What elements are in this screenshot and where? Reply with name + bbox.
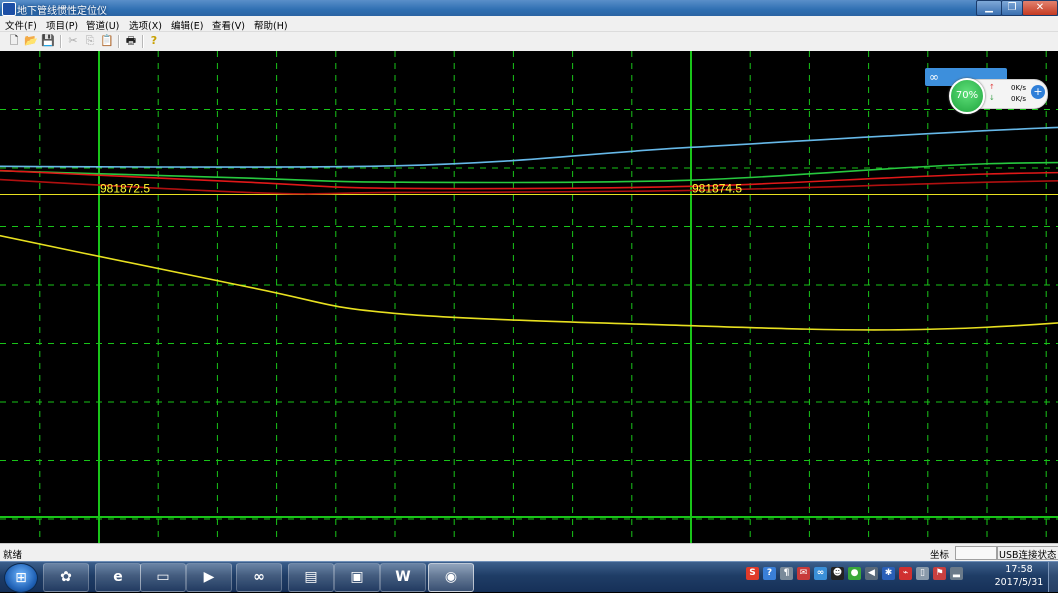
antivirus-icon[interactable]: S — [746, 567, 759, 580]
download-speed: 0K/s — [1011, 95, 1027, 103]
clipboard-icon[interactable]: ▯ — [916, 567, 929, 580]
print-icon[interactable]: 🖶 — [124, 34, 138, 48]
upload-arrow-icon: ↑ — [989, 83, 995, 91]
clock[interactable]: 17:58 2017/5/31 — [988, 563, 1050, 589]
help-icon[interactable]: ? — [147, 34, 161, 48]
bluetooth-icon[interactable]: ✱ — [882, 567, 895, 580]
taskbar-locator-app[interactable]: ◉ — [428, 563, 474, 592]
cut-icon[interactable]: ✂ — [66, 34, 80, 48]
status-coord-value — [955, 546, 997, 560]
pipeline-plot[interactable]: 981872.5981874.5981876.5981878.5 — [0, 51, 1058, 543]
taskbar-ie-browser[interactable]: e — [95, 563, 141, 592]
x-tick-label: 981874.5 — [692, 182, 742, 196]
save-icon[interactable]: 💾 — [41, 34, 55, 48]
status-ready: 就绪 — [3, 550, 23, 561]
taskbar-scanner-app[interactable]: ▣ — [334, 563, 380, 592]
cloud-icon[interactable]: ∞ — [814, 567, 827, 580]
maximize-button[interactable]: ❐ — [1001, 0, 1023, 16]
menu-options[interactable]: 选项(X) — [129, 18, 162, 32]
qq-icon[interactable]: ☻ — [831, 567, 844, 580]
widget-plus-button[interactable]: + — [1031, 85, 1045, 99]
cloud-icon: ∞ — [929, 70, 939, 84]
paste-icon[interactable]: 📋 — [100, 34, 114, 48]
status-bar: 就绪 坐标 USB连接状态 — [0, 543, 1058, 561]
upload-speed: 0K/s — [1011, 84, 1027, 92]
menu-pipe[interactable]: 管道(U) — [86, 18, 119, 32]
menu-project[interactable]: 项目(P) — [46, 18, 78, 32]
taskbar: ⊞ ✿ e ▭ ▶ ∞ ▤ ▣ W ◉ S? ¶ ✉ ∞ ☻ ● ◀ ✱ ⌁ ▯ ⚑ ▂ 17:58 2017/5/3… — [0, 561, 1058, 593]
clock-date: 2017/5/31 — [994, 577, 1044, 588]
title-bar: 地下管线惯性定位仪 ▁ ❐ ✕ — [0, 0, 1058, 17]
usb-icon[interactable]: ¶ — [780, 567, 793, 580]
taskbar-film-app[interactable]: ▤ — [288, 563, 334, 592]
status-usb: USB连接状态 — [999, 550, 1057, 561]
download-arrow-icon: ↓ — [989, 94, 995, 102]
network-speed-widget[interactable]: ∞ 70% ↑ 0K/s ↓ 0K/s + — [925, 68, 1050, 114]
taskbar-file-explorer[interactable]: ▭ — [140, 563, 186, 592]
window-title: 地下管线惯性定位仪 — [17, 6, 107, 17]
network-icon[interactable]: ⌁ — [899, 567, 912, 580]
clock-time: 17:58 — [1005, 564, 1033, 575]
menu-bar: 文件(F) 项目(P) 管道(U) 选项(X) 编辑(E) 查看(V) 帮助(H… — [0, 16, 1058, 32]
help-icon[interactable]: ? — [763, 567, 776, 580]
minimize-button[interactable]: ▁ — [976, 0, 1002, 16]
app-icon[interactable] — [2, 2, 16, 16]
green-app-icon[interactable]: ● — [848, 567, 861, 580]
menu-edit[interactable]: 编辑(E) — [171, 18, 203, 32]
x-tick-label: 981872.5 — [100, 182, 150, 196]
show-desktop-button[interactable] — [1048, 562, 1058, 592]
toolbar: 🗋 📂 💾 ✂ ⎘ 📋 🖶 ? — [0, 32, 1058, 52]
status-coord-label: 坐标 — [930, 550, 950, 561]
taskbar-wps-writer[interactable]: W — [380, 563, 426, 592]
taskbar-pinwheel-app[interactable]: ✿ — [43, 563, 89, 592]
close-button[interactable]: ✕ — [1022, 0, 1058, 16]
taskbar-cloud-app[interactable]: ∞ — [236, 563, 282, 592]
flag-icon[interactable]: ⚑ — [933, 567, 946, 580]
mail-icon[interactable]: ✉ — [797, 567, 810, 580]
open-folder-icon[interactable]: 📂 — [24, 34, 38, 48]
menu-help[interactable]: 帮助(H) — [254, 18, 288, 32]
start-button[interactable]: ⊞ — [4, 563, 38, 593]
menu-file[interactable]: 文件(F) — [5, 18, 37, 32]
volume-icon[interactable]: ◀ — [865, 567, 878, 580]
copy-icon[interactable]: ⎘ — [83, 34, 97, 48]
new-file-icon[interactable]: 🗋 — [7, 34, 21, 48]
signal-icon[interactable]: ▂ — [950, 567, 963, 580]
menu-view[interactable]: 查看(V) — [212, 18, 245, 32]
taskbar-media-player[interactable]: ▶ — [186, 563, 232, 592]
usage-gauge: 70% — [949, 78, 985, 114]
